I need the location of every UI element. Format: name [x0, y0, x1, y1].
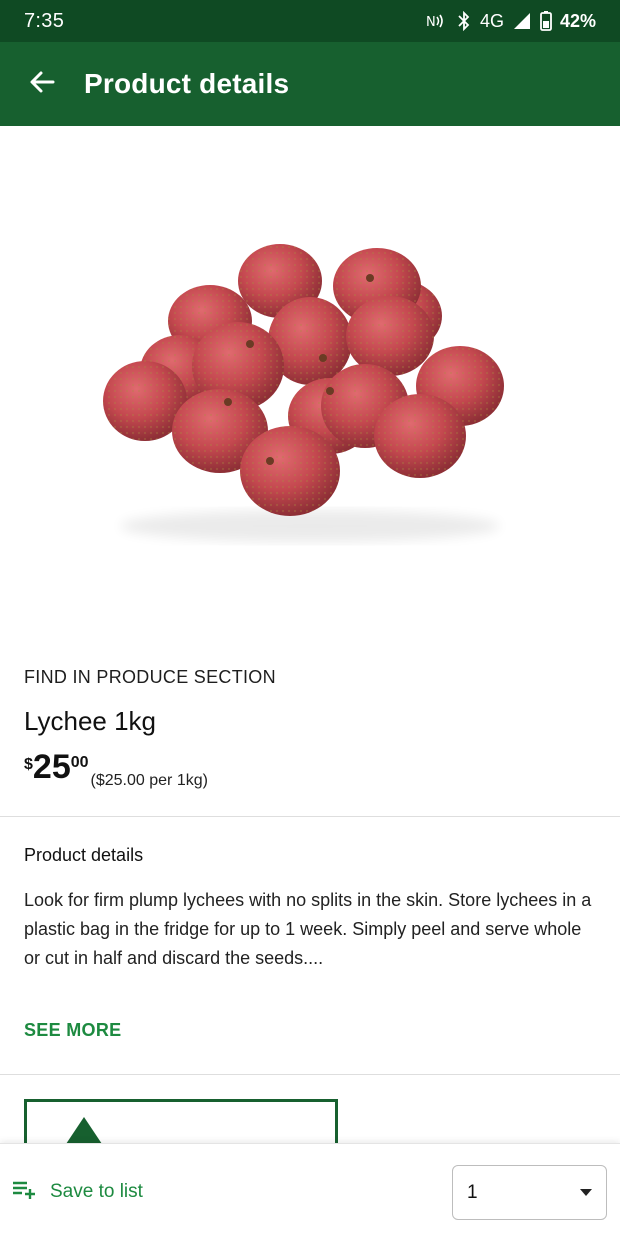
product-price: $ 25 00 ($25.00 per 1kg)	[24, 750, 208, 790]
page-title: Product details	[84, 68, 290, 99]
section-location: FIND IN PRODUCE SECTION	[24, 667, 276, 687]
price-currency: $	[24, 756, 33, 773]
see-more-link[interactable]: SEE MORE	[24, 1020, 121, 1041]
divider	[0, 1074, 620, 1075]
bottom-bar: Save to list 1	[0, 1143, 620, 1240]
divider	[0, 816, 620, 817]
price-cents: 00	[70, 754, 89, 771]
bluetooth-icon	[456, 11, 472, 31]
svg-text:N: N	[426, 15, 436, 30]
product-name: Lychee 1kg	[24, 706, 157, 736]
unit-price: ($25.00 per 1kg)	[90, 772, 208, 789]
battery-icon	[540, 11, 552, 31]
status-bar: 7:35 N 4G 42%	[0, 0, 620, 42]
details-heading: Product details	[24, 845, 144, 865]
back-button[interactable]	[0, 42, 84, 126]
signal-icon	[512, 11, 532, 31]
quantity-select[interactable]: 1	[452, 1165, 607, 1220]
status-time: 7:35	[24, 9, 65, 32]
arrow-left-icon	[28, 68, 56, 101]
save-to-list-button[interactable]: Save to list	[12, 1178, 143, 1205]
network-type: 4G	[479, 10, 504, 31]
save-to-list-label: Save to list	[50, 1180, 143, 1202]
details-text: Look for firm plump lychees with no spli…	[24, 890, 592, 968]
app-bar: Product details	[0, 42, 620, 126]
nfc-icon: N	[426, 12, 448, 30]
quantity-value: 1	[467, 1181, 478, 1203]
battery-percent: 42%	[559, 10, 596, 31]
playlist-add-icon	[12, 1178, 38, 1205]
status-icons: N 4G 42%	[426, 11, 596, 32]
price-whole: 25	[32, 748, 71, 786]
product-image	[0, 126, 620, 646]
dropdown-arrow-icon	[580, 1189, 592, 1196]
lychee-fruit	[103, 244, 504, 516]
